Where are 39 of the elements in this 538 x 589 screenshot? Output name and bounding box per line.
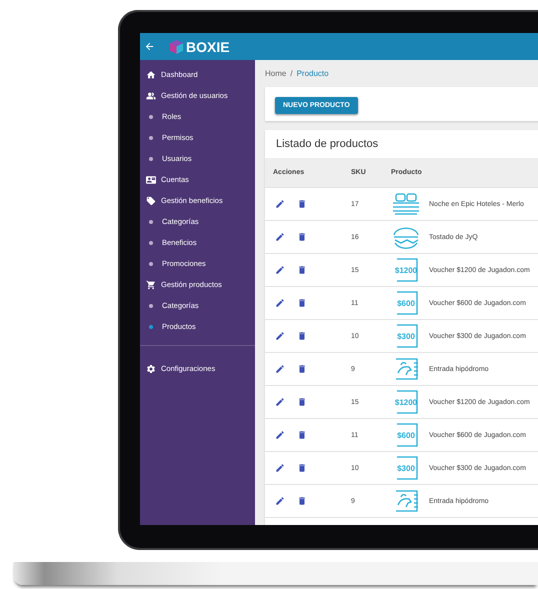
edit-icon[interactable]	[275, 496, 285, 506]
delete-icon[interactable]	[297, 331, 307, 341]
breadcrumb-link[interactable]: Producto	[296, 69, 329, 78]
voucher-image: $1200	[391, 256, 421, 284]
voucher-image: $600	[391, 289, 421, 317]
edit-icon[interactable]	[275, 265, 285, 275]
edit-icon[interactable]	[275, 463, 285, 473]
voucher-image: $1200	[391, 388, 421, 416]
edit-icon[interactable]	[275, 331, 285, 341]
voucher-image: $300	[391, 454, 421, 482]
cart-icon	[146, 280, 156, 290]
voucher-image: $600	[391, 421, 421, 449]
logo-text: BOXIE	[186, 38, 230, 54]
edit-icon[interactable]	[275, 364, 285, 374]
people-icon	[146, 90, 156, 100]
delete-icon[interactable]	[297, 463, 307, 473]
settings-icon	[146, 364, 156, 374]
edit-icon[interactable]	[275, 298, 285, 308]
delete-icon[interactable]	[297, 232, 307, 242]
edit-icon[interactable]	[275, 397, 285, 407]
breadcrumb-link[interactable]: Home	[265, 69, 286, 78]
delete-icon[interactable]	[297, 265, 307, 275]
voucher-image: $300	[391, 322, 421, 350]
delete-icon[interactable]	[297, 397, 307, 407]
delete-icon[interactable]	[297, 364, 307, 374]
breadcrumb-separator: /	[290, 69, 293, 78]
delete-icon[interactable]	[297, 298, 307, 308]
cube-icon	[169, 39, 184, 54]
edit-icon[interactable]	[275, 232, 285, 242]
delete-icon[interactable]	[297, 199, 307, 209]
edit-icon[interactable]	[275, 430, 285, 440]
home-icon	[146, 70, 156, 80]
table-title: Listado de productos	[275, 137, 380, 152]
delete-icon[interactable]	[297, 430, 307, 440]
back-icon[interactable]	[144, 41, 155, 52]
tag-icon	[146, 196, 156, 206]
contact-card-icon	[146, 174, 156, 184]
edit-icon[interactable]	[275, 199, 285, 209]
delete-icon[interactable]	[297, 496, 307, 506]
